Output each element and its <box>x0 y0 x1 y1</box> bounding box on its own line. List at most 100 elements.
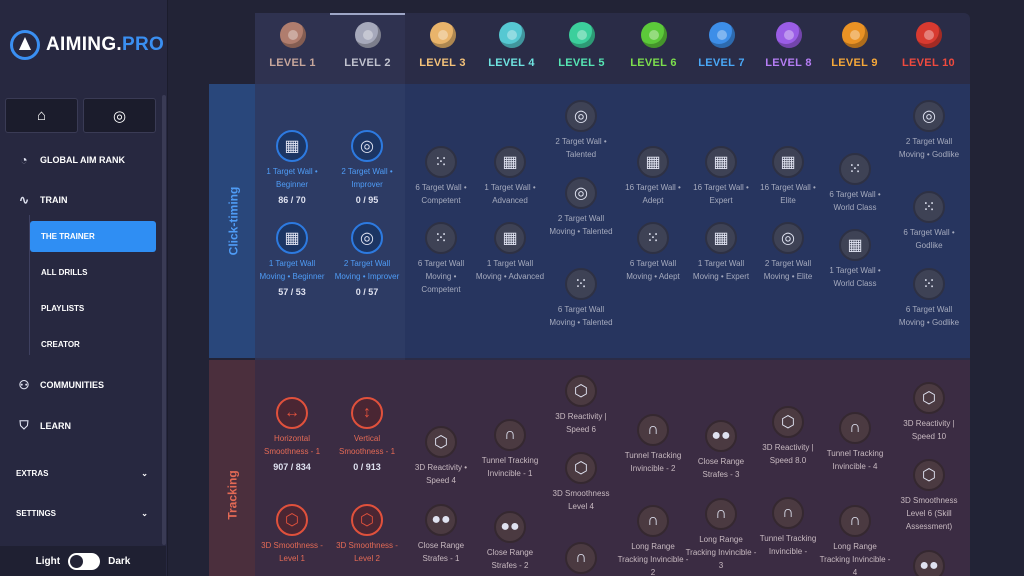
two-targets-icon: ◎ <box>913 100 945 132</box>
level-header[interactable]: LEVEL 6 <box>616 22 691 69</box>
category-click-timing: Click-timing <box>209 84 255 358</box>
level-header[interactable]: LEVEL 2 <box>330 22 405 69</box>
level-header[interactable]: LEVEL 8 <box>751 22 826 69</box>
tunnel-icon: ∩ <box>494 419 526 451</box>
column-highlight-click <box>330 84 405 358</box>
drill-card[interactable]: ▦ 1 Target Wall • Advanced <box>474 146 546 207</box>
drill-card[interactable]: ⬡ 3D Reactivity • Speed 4 <box>405 426 477 487</box>
drill-card[interactable]: ∩ Tunnel Tracking Invincible - <box>752 497 824 558</box>
level-header[interactable]: LEVEL 4 <box>474 22 549 69</box>
dot-grid-icon: ⁙ <box>425 222 457 254</box>
tunnel-icon: ∩ <box>705 498 737 530</box>
drill-card[interactable]: ⬡ 3D Smoothness Level 6 (Skill Assessment… <box>893 459 965 533</box>
level-header[interactable]: LEVEL 7 <box>684 22 759 69</box>
sub-item-playlists[interactable]: PLAYLISTS <box>41 304 84 313</box>
tunnel-icon: ∩ <box>565 542 597 574</box>
drill-card[interactable]: ∩ Long Range Tracking Invincible - 2 <box>617 505 689 576</box>
drill-card[interactable]: ∩ Tunnel Tracking Invincible - 4 <box>819 412 891 473</box>
drill-card[interactable]: ⬡ 3D Reactivity | Speed 6 <box>545 375 617 436</box>
target-wall-icon: ▦ <box>494 146 526 178</box>
pulse-icon: ∿ <box>18 193 30 207</box>
drill-card[interactable]: ⁙ 6 Target Wall • Competent <box>405 146 477 207</box>
rank-gem-icon <box>568 22 595 48</box>
drill-card[interactable]: ∩ Long Range Tracking Invincible - 4 <box>819 505 891 576</box>
nav-communities[interactable]: ⚇ COMMUNITIES <box>16 378 104 392</box>
level-header[interactable]: LEVEL 1 <box>255 22 330 69</box>
drill-card[interactable]: ●● <box>893 550 965 576</box>
drill-card[interactable]: ▦ 1 Target Wall Moving • Beginner 57 / 53 <box>256 222 328 297</box>
rank-gem-icon <box>279 22 306 48</box>
drill-card[interactable]: ▦ 1 Target Wall • World Class <box>819 229 891 290</box>
rank-gem-icon <box>354 22 381 48</box>
drill-card[interactable]: ⬡ 3D Smoothness Level 4 <box>545 452 617 513</box>
drill-card[interactable]: ⁙ 6 Target Wall • Godlike <box>893 191 965 252</box>
drill-card[interactable]: ⁙ 6 Target Wall Moving • Godlike <box>893 268 965 329</box>
horizontal-arrows-icon: ↔ <box>276 397 308 429</box>
chevron-down-icon: ⌄ <box>141 509 148 518</box>
drill-card[interactable]: ∩ Tunnel Tracking Invincible - 2 <box>617 414 689 475</box>
sub-item-creator[interactable]: CREATOR <box>41 340 80 349</box>
rank-gem-icon <box>775 22 802 48</box>
sidebar-scrollbar[interactable] <box>162 95 166 545</box>
footprints-icon: ●● <box>425 504 457 536</box>
rank-gem-icon <box>708 22 735 48</box>
drill-card[interactable]: ◎ 2 Target Wall • Talented <box>545 100 617 161</box>
drill-card[interactable]: ⁙ 6 Target Wall Moving • Talented <box>545 268 617 329</box>
drill-card[interactable]: ∩ Tunnel Tracking Invincible - 1 <box>474 419 546 480</box>
footprints-icon: ●● <box>913 550 945 576</box>
drill-card[interactable]: ●● Close Range Strafes - 1 <box>405 504 477 565</box>
drill-card[interactable]: ◎ 2 Target Wall Moving • Godlike <box>893 100 965 161</box>
drill-card[interactable]: ⬡ 3D Smoothness - Level 1 <box>256 504 328 565</box>
nav-settings[interactable]: SETTINGS ⌄ <box>16 509 148 518</box>
target-wall-icon: ▦ <box>705 146 737 178</box>
target-icon: ◎ <box>112 107 127 125</box>
drill-card[interactable]: ◎ 2 Target Wall • Improver 0 / 95 <box>331 130 403 205</box>
rank-gem-icon <box>429 22 456 48</box>
drill-card[interactable]: ▦ 1 Target Wall Moving • Expert <box>685 222 757 283</box>
logo-icon <box>10 30 40 60</box>
theme-toggle[interactable] <box>68 552 101 570</box>
drill-score: 57 / 53 <box>278 287 306 297</box>
drill-card[interactable]: ▦ 16 Target Wall • Elite <box>752 146 824 207</box>
nav-global-aim-rank[interactable]: ◔ GLOBAL AIM RANK <box>16 153 125 167</box>
drill-card[interactable]: ●● Close Range Strafes - 2 <box>474 511 546 572</box>
drill-card[interactable]: ◎ 2 Target Wall Moving • Talented <box>545 177 617 238</box>
level-header[interactable]: LEVEL 5 <box>544 22 619 69</box>
drill-card[interactable]: ↕ Vertical Smoothness - 10 / 913 <box>331 397 403 472</box>
drill-card[interactable]: ∩ Long Range Tracking Invincible - 3 <box>685 498 757 572</box>
nav-extras[interactable]: EXTRAS ⌄ <box>16 469 148 478</box>
drill-card[interactable]: ⁙ 6 Target Wall Moving • Adept <box>617 222 689 283</box>
two-targets-icon: ◎ <box>351 130 383 162</box>
target-button[interactable]: ◎ <box>83 98 156 133</box>
drill-card[interactable]: ◎ 2 Target Wall Moving • Improver 0 / 57 <box>331 222 403 297</box>
drill-card[interactable]: ⁙ 6 Target Wall • World Class <box>819 153 891 214</box>
drill-card[interactable]: ∩ <box>545 542 617 576</box>
drill-card[interactable]: ●● Close Range Strafes - 3 <box>685 420 757 481</box>
drill-card[interactable]: ◎ 2 Target Wall Moving • Elite <box>752 222 824 283</box>
target-wall-icon: ▦ <box>276 222 308 254</box>
level-header[interactable]: LEVEL 9 <box>817 22 892 69</box>
home-button[interactable]: ⌂ <box>5 98 78 133</box>
drill-card[interactable]: ⬡ 3D Reactivity | Speed 8.0 <box>752 406 824 467</box>
drill-card[interactable]: ▦ 16 Target Wall • Expert <box>685 146 757 207</box>
drill-card[interactable]: ⬡ 3D Smoothness - Level 2 <box>331 504 403 565</box>
drill-card[interactable]: ⁙ 6 Target Wall Moving • Competent <box>405 222 477 296</box>
drill-score: 0 / 913 <box>353 462 381 472</box>
rank-gem-icon <box>640 22 667 48</box>
drill-card[interactable]: ⬡ 3D Reactivity | Speed 10 <box>893 382 965 443</box>
level-header[interactable]: LEVEL 3 <box>405 22 480 69</box>
tunnel-icon: ∩ <box>839 505 871 537</box>
brand-logo[interactable]: AIMING.PRO <box>10 30 164 60</box>
drill-score: 907 / 834 <box>273 462 311 472</box>
sub-item-the-trainer[interactable]: THE TRAINER <box>30 221 156 252</box>
sub-item-all-drills[interactable]: ALL DRILLS <box>41 268 88 277</box>
brand-name: AIMING.PRO <box>46 34 165 55</box>
drill-card[interactable]: ▦ 16 Target Wall • Adept <box>617 146 689 207</box>
drill-card[interactable]: ▦ 1 Target Wall • Beginner 86 / 70 <box>256 130 328 205</box>
nav-train[interactable]: ∿ TRAIN <box>16 193 68 207</box>
nav-learn[interactable]: ⛉ LEARN <box>16 418 71 433</box>
level-header[interactable]: LEVEL 10 <box>891 22 966 69</box>
drill-card[interactable]: ↔ Horizontal Smoothness - 1 907 / 834 <box>256 397 328 472</box>
tunnel-icon: ∩ <box>772 497 804 529</box>
drill-card[interactable]: ▦ 1 Target Wall Moving • Advanced <box>474 222 546 283</box>
